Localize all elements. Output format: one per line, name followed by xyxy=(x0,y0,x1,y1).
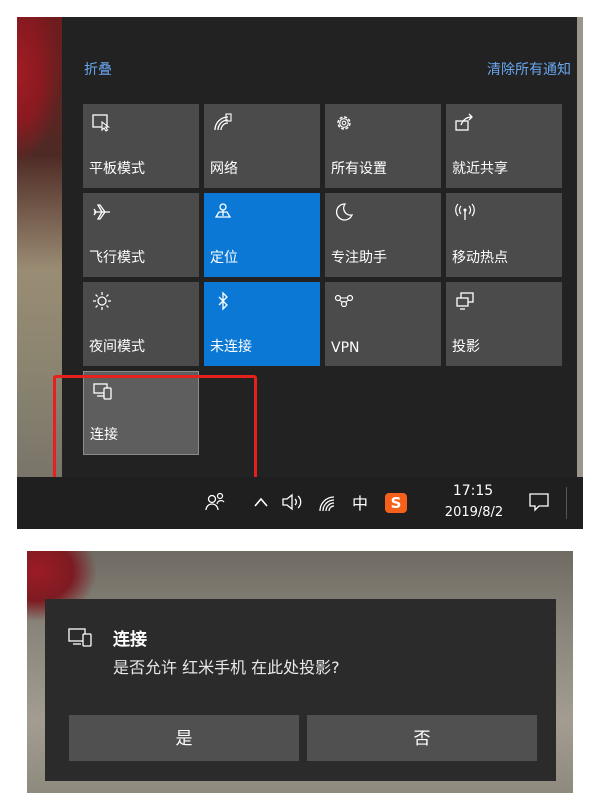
tile-label: 网络 xyxy=(210,161,238,177)
tile-all-settings[interactable]: 所有设置 xyxy=(325,104,441,188)
tile-label: VPN xyxy=(331,340,360,356)
moon-icon xyxy=(336,203,354,221)
tile-project[interactable]: 投影 xyxy=(446,282,562,366)
tile-focus-assist[interactable]: 专注助手 xyxy=(325,193,441,277)
connect-icon xyxy=(93,383,112,400)
chevron-up-icon[interactable] xyxy=(253,495,269,509)
tile-label: 飞行模式 xyxy=(89,250,145,266)
tile-label: 连接 xyxy=(90,427,118,443)
clear-all-notifications-link[interactable]: 清除所有通知 xyxy=(487,59,571,79)
airplane-icon xyxy=(93,204,110,220)
notification-icon[interactable] xyxy=(528,491,550,513)
location-icon xyxy=(214,203,232,218)
brightness-icon xyxy=(93,292,111,310)
bluetooth-icon xyxy=(218,291,228,311)
tile-location[interactable]: 定位 xyxy=(204,193,320,277)
tablet-mode-icon xyxy=(92,114,111,132)
ime-icon[interactable]: S xyxy=(385,493,407,513)
network-icon[interactable] xyxy=(317,491,339,513)
tile-connect[interactable]: 连接 xyxy=(83,371,199,455)
collapse-link[interactable]: 折叠 xyxy=(84,59,112,79)
tile-network[interactable]: 网络 xyxy=(204,104,320,188)
tile-airplane-mode[interactable]: 飞行模式 xyxy=(83,193,199,277)
tile-label: 所有设置 xyxy=(331,161,387,177)
action-center-screenshot: 折叠 清除所有通知 平板模式 网络 所有设置 就近共享 飞行模式 定位 专注助手… xyxy=(17,17,583,529)
gear-icon xyxy=(337,116,351,130)
project-icon xyxy=(456,292,474,310)
input-language-indicator[interactable]: 中 xyxy=(352,490,368,514)
tile-label: 平板模式 xyxy=(89,161,145,177)
hotspot-icon xyxy=(455,203,475,220)
tile-label: 移动热点 xyxy=(452,250,508,266)
taskbar: 中 S 17:15 2019/8/2 xyxy=(17,477,583,529)
dialog-title: 连接 xyxy=(113,630,147,650)
connect-dialog-screenshot: 连接 是否允许 红米手机 在此处投影? 是 否 xyxy=(27,551,573,793)
projection-request-dialog: 连接 是否允许 红米手机 在此处投影? 是 否 xyxy=(45,599,556,781)
action-center-panel: 折叠 清除所有通知 平板模式 网络 所有设置 就近共享 飞行模式 定位 专注助手… xyxy=(62,17,577,477)
tile-label: 夜间模式 xyxy=(89,339,145,355)
show-desktop-divider[interactable] xyxy=(566,487,567,519)
clock-date[interactable]: 2019/8/2 xyxy=(431,505,517,520)
nearby-share-icon xyxy=(455,113,473,131)
desktop-wallpaper-edge xyxy=(577,17,583,529)
vpn-icon xyxy=(334,294,354,308)
desktop-wallpaper xyxy=(17,17,62,477)
volume-icon[interactable] xyxy=(281,491,303,513)
allow-button[interactable]: 是 xyxy=(69,715,299,761)
tile-night-light[interactable]: 夜间模式 xyxy=(83,282,199,366)
clock-time[interactable]: 17:15 xyxy=(445,483,501,499)
people-icon[interactable] xyxy=(204,491,226,513)
tile-mobile-hotspot[interactable]: 移动热点 xyxy=(446,193,562,277)
tile-bluetooth[interactable]: 未连接 xyxy=(204,282,320,366)
tile-label: 定位 xyxy=(210,250,238,266)
tile-vpn[interactable]: VPN xyxy=(325,282,441,366)
tile-nearby-share[interactable]: 就近共享 xyxy=(446,104,562,188)
tile-label: 就近共享 xyxy=(452,161,508,177)
deny-button[interactable]: 否 xyxy=(307,715,537,761)
tile-label: 未连接 xyxy=(210,339,252,355)
tile-tablet-mode[interactable]: 平板模式 xyxy=(83,104,199,188)
connect-icon xyxy=(68,628,92,647)
dialog-message: 是否允许 红米手机 在此处投影? xyxy=(113,658,340,677)
tile-label: 专注助手 xyxy=(331,250,387,266)
tile-label: 投影 xyxy=(452,339,480,355)
network-icon xyxy=(214,113,232,131)
